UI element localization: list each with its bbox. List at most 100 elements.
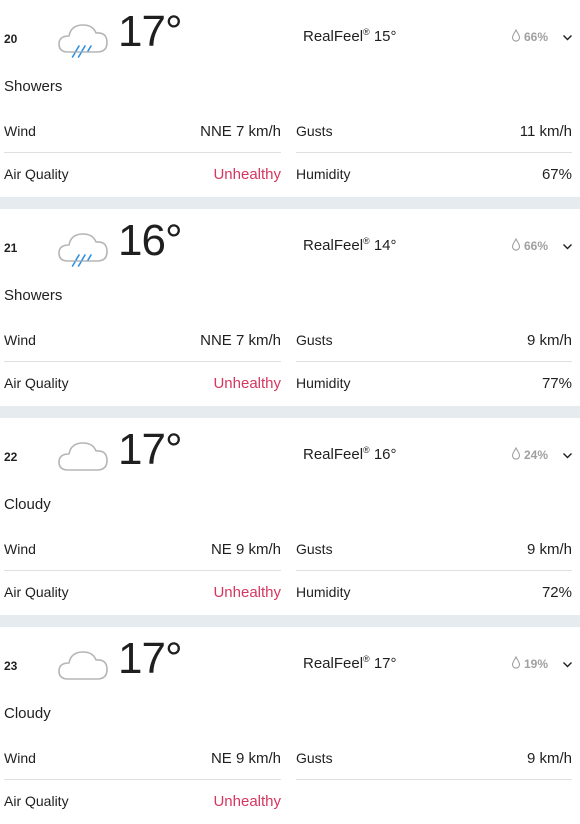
gusts-row: Gusts 9 km/h bbox=[296, 330, 572, 350]
precipitation: 19% bbox=[511, 655, 549, 672]
air-quality-label: Air Quality bbox=[4, 375, 69, 391]
humidity-value: 77% bbox=[541, 374, 572, 392]
gusts-value: 9 km/h bbox=[526, 540, 572, 558]
wind-value: NNE 7 km/h bbox=[200, 122, 281, 140]
precip-value: 19% bbox=[524, 657, 549, 671]
gusts-value: 9 km/h bbox=[526, 749, 572, 767]
realfeel: RealFeel® 17° bbox=[303, 654, 397, 672]
air-quality-value: Unhealthy bbox=[213, 583, 281, 601]
realfeel-label: RealFeel bbox=[303, 28, 364, 45]
weather-phrase: Cloudy bbox=[4, 496, 51, 513]
gusts-value: 11 km/h bbox=[519, 122, 572, 140]
wind-label: Wind bbox=[4, 123, 36, 139]
gusts-label: Gusts bbox=[296, 123, 333, 139]
precipitation: 24% bbox=[511, 446, 549, 463]
temperature: 17° bbox=[118, 425, 183, 474]
chevron-down-icon[interactable] bbox=[562, 657, 573, 668]
hour-card-20[interactable]: 20 17° RealFeel® 15° 66% Showers Wind NN… bbox=[0, 0, 580, 197]
temperature: 17° bbox=[118, 634, 183, 683]
wind-row: Wind NE 9 km/h bbox=[4, 748, 281, 768]
divider bbox=[296, 570, 572, 571]
humidity-label: Humidity bbox=[296, 375, 351, 391]
humidity-row: Humidity 72% bbox=[296, 582, 572, 602]
precipitation: 66% bbox=[511, 237, 549, 254]
divider bbox=[296, 361, 572, 362]
trademark-mark: ® bbox=[363, 445, 370, 455]
hour-label: 21 bbox=[4, 241, 18, 255]
gusts-label: Gusts bbox=[296, 750, 333, 766]
humidity-label: Humidity bbox=[296, 584, 351, 600]
air-quality-label: Air Quality bbox=[4, 166, 69, 182]
wind-row: Wind NNE 7 km/h bbox=[4, 121, 281, 141]
gusts-row: Gusts 9 km/h bbox=[296, 748, 572, 768]
weather-phrase: Showers bbox=[4, 287, 63, 304]
weather-phrase: Cloudy bbox=[4, 705, 51, 722]
chevron-down-icon[interactable] bbox=[562, 30, 573, 41]
wind-row: Wind NE 9 km/h bbox=[4, 539, 281, 559]
gusts-value: 9 km/h bbox=[526, 331, 572, 349]
realfeel: RealFeel® 15° bbox=[303, 27, 397, 45]
rain-cloud-icon bbox=[55, 12, 111, 60]
chevron-down-icon[interactable] bbox=[562, 448, 573, 459]
wind-label: Wind bbox=[4, 332, 36, 348]
temperature: 16° bbox=[118, 216, 183, 265]
divider bbox=[4, 152, 281, 153]
divider bbox=[296, 152, 572, 153]
weather-phrase: Showers bbox=[4, 78, 63, 95]
air-quality-value: Unhealthy bbox=[213, 792, 281, 810]
realfeel-value: 15° bbox=[373, 28, 397, 45]
air-quality-label: Air Quality bbox=[4, 584, 69, 600]
precip-value: 66% bbox=[524, 30, 549, 44]
rain-cloud-icon bbox=[55, 221, 111, 269]
gusts-row: Gusts 11 km/h bbox=[296, 121, 572, 141]
air-quality-row: Air Quality Unhealthy bbox=[4, 582, 281, 602]
wind-label: Wind bbox=[4, 750, 36, 766]
cloud-icon bbox=[55, 639, 111, 687]
air-quality-row: Air Quality Unhealthy bbox=[4, 164, 281, 184]
humidity-value: 67% bbox=[541, 165, 572, 183]
hour-label: 22 bbox=[4, 450, 18, 464]
hourly-forecast-list: 20 17° RealFeel® 15° 66% Showers Wind NN… bbox=[0, 0, 580, 824]
card-separator bbox=[0, 406, 580, 418]
card-separator bbox=[0, 197, 580, 209]
wind-row: Wind NNE 7 km/h bbox=[4, 330, 281, 350]
hour-label: 23 bbox=[4, 659, 18, 673]
trademark-mark: ® bbox=[363, 654, 370, 664]
wind-label: Wind bbox=[4, 541, 36, 557]
wind-value: NNE 7 km/h bbox=[200, 331, 281, 349]
hour-card-22[interactable]: 22 17° RealFeel® 16° 24% Cloudy Wind NE … bbox=[0, 418, 580, 615]
hour-card-23[interactable]: 23 17° RealFeel® 17° 19% Cloudy Wind NE … bbox=[0, 627, 580, 824]
humidity-row: Humidity 77% bbox=[296, 373, 572, 393]
gusts-label: Gusts bbox=[296, 541, 333, 557]
realfeel-value: 16° bbox=[373, 446, 397, 463]
precip-value: 24% bbox=[524, 448, 549, 462]
trademark-mark: ® bbox=[363, 27, 370, 37]
card-separator bbox=[0, 615, 580, 627]
precip-value: 66% bbox=[524, 239, 549, 253]
realfeel-label: RealFeel bbox=[303, 446, 364, 463]
drop-icon bbox=[511, 446, 521, 463]
trademark-mark: ® bbox=[363, 236, 370, 246]
humidity-label: Humidity bbox=[296, 166, 351, 182]
realfeel: RealFeel® 16° bbox=[303, 445, 397, 463]
realfeel-label: RealFeel bbox=[303, 237, 364, 254]
realfeel-label: RealFeel bbox=[303, 655, 364, 672]
wind-value: NE 9 km/h bbox=[210, 749, 281, 767]
hour-card-21[interactable]: 21 16° RealFeel® 14° 66% Showers Wind NN… bbox=[0, 209, 580, 406]
air-quality-value: Unhealthy bbox=[213, 374, 281, 392]
realfeel-value: 14° bbox=[373, 237, 397, 254]
gusts-row: Gusts 9 km/h bbox=[296, 539, 572, 559]
temperature: 17° bbox=[118, 7, 183, 56]
air-quality-label: Air Quality bbox=[4, 793, 69, 809]
air-quality-value: Unhealthy bbox=[213, 165, 281, 183]
divider bbox=[4, 779, 281, 780]
hour-label: 20 bbox=[4, 32, 18, 46]
realfeel-value: 17° bbox=[373, 655, 397, 672]
realfeel: RealFeel® 14° bbox=[303, 236, 397, 254]
chevron-down-icon[interactable] bbox=[562, 239, 573, 250]
humidity-row: Humidity 67% bbox=[296, 164, 572, 184]
air-quality-row: Air Quality Unhealthy bbox=[4, 791, 281, 811]
air-quality-row: Air Quality Unhealthy bbox=[4, 373, 281, 393]
gusts-label: Gusts bbox=[296, 332, 333, 348]
divider bbox=[296, 779, 572, 780]
